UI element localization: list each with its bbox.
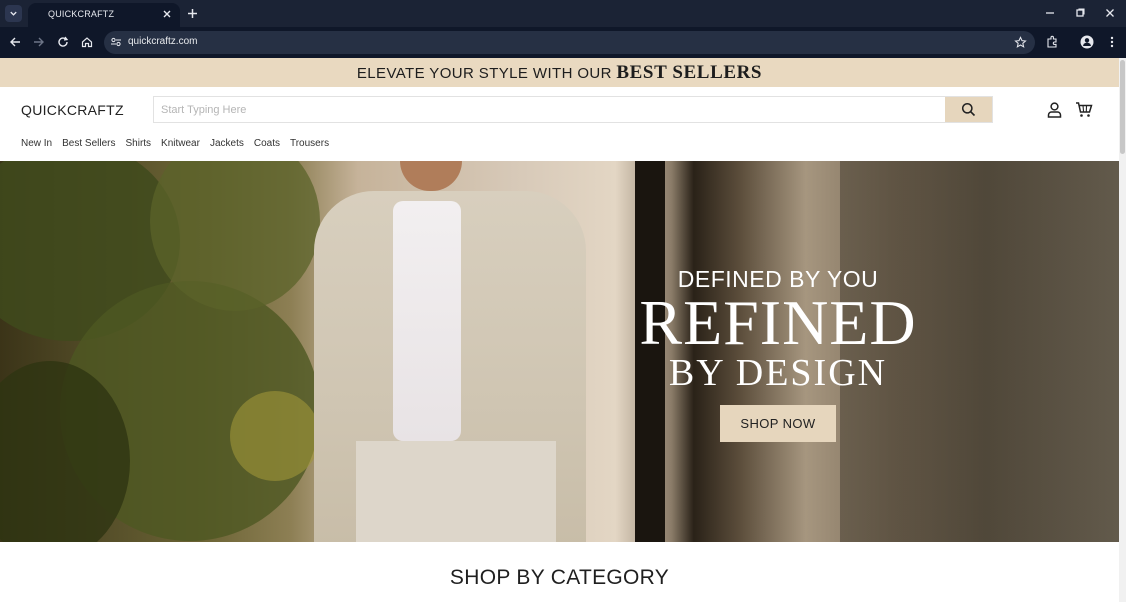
search-input[interactable] — [154, 97, 946, 122]
promo-banner[interactable]: ELEVATE YOUR STYLE WITH OUR BEST SELLERS — [0, 58, 1119, 87]
address-bar[interactable]: quickcraftz.com — [104, 31, 1035, 54]
shop-by-category-heading: SHOP BY CATEGORY — [449, 566, 670, 589]
nav-item-knitwear[interactable]: Knitwear — [161, 138, 200, 149]
browser-toolbar: quickcraftz.com — [0, 27, 1126, 58]
scrollbar-thumb[interactable] — [1120, 60, 1125, 154]
site-info-icon[interactable] — [110, 36, 122, 48]
home-icon[interactable] — [80, 35, 94, 49]
tab-search-button[interactable] — [5, 5, 22, 22]
url-text[interactable]: quickcraftz.com — [128, 36, 197, 47]
nav-item-best-sellers[interactable]: Best Sellers — [62, 138, 115, 149]
search-button[interactable] — [945, 97, 992, 122]
browser-tab-bar: QUICKCRAFTZ — [0, 0, 1126, 27]
search-icon — [961, 102, 976, 117]
shop-now-button[interactable]: SHOP NOW — [720, 405, 836, 442]
site-logo[interactable]: QUICKCRAFTZ — [21, 102, 124, 118]
nav-item-jackets[interactable]: Jackets — [210, 138, 244, 149]
nav-item-shirts[interactable]: Shirts — [125, 138, 151, 149]
search-bar — [153, 96, 993, 123]
promo-lead-text: ELEVATE YOUR STYLE WITH OUR — [356, 65, 612, 82]
browser-tab[interactable]: QUICKCRAFTZ — [28, 3, 180, 27]
window-close-icon[interactable] — [1103, 6, 1117, 20]
more-menu-icon[interactable] — [1105, 35, 1119, 49]
bookmark-star-icon[interactable] — [1014, 36, 1027, 49]
web-page: ELEVATE YOUR STYLE WITH OUR BEST SELLERS… — [0, 58, 1119, 602]
restore-icon[interactable] — [1073, 6, 1087, 20]
chevron-down-icon — [10, 11, 17, 16]
reload-icon[interactable] — [56, 35, 70, 49]
profile-icon[interactable] — [1080, 35, 1094, 49]
hero-subtitle: BY DESIGN — [668, 352, 888, 394]
promo-best-sellers-text: BEST SELLERS — [616, 62, 763, 83]
nav-item-new-in[interactable]: New In — [21, 138, 52, 149]
minimize-icon[interactable] — [1043, 6, 1057, 20]
new-tab-plus-icon[interactable] — [185, 6, 200, 21]
tab-title: QUICKCRAFTZ — [48, 9, 115, 19]
back-arrow-icon[interactable] — [8, 35, 22, 49]
nav-item-coats[interactable]: Coats — [254, 138, 280, 149]
account-user-icon[interactable] — [1046, 101, 1063, 118]
nav-item-trousers[interactable]: Trousers — [290, 138, 329, 149]
forward-arrow-icon[interactable] — [32, 35, 46, 49]
extensions-puzzle-icon[interactable] — [1045, 35, 1059, 49]
category-nav: New In Best Sellers Shirts Knitwear Jack… — [21, 138, 339, 149]
hero-banner: DEFINED BY YOU REFINED BY DESIGN SHOP NO… — [0, 161, 1119, 542]
close-icon[interactable] — [160, 7, 174, 21]
page-scrollbar[interactable] — [1119, 58, 1126, 602]
hero-title: REFINED — [639, 287, 917, 358]
shopping-cart-icon[interactable] — [1075, 101, 1093, 118]
